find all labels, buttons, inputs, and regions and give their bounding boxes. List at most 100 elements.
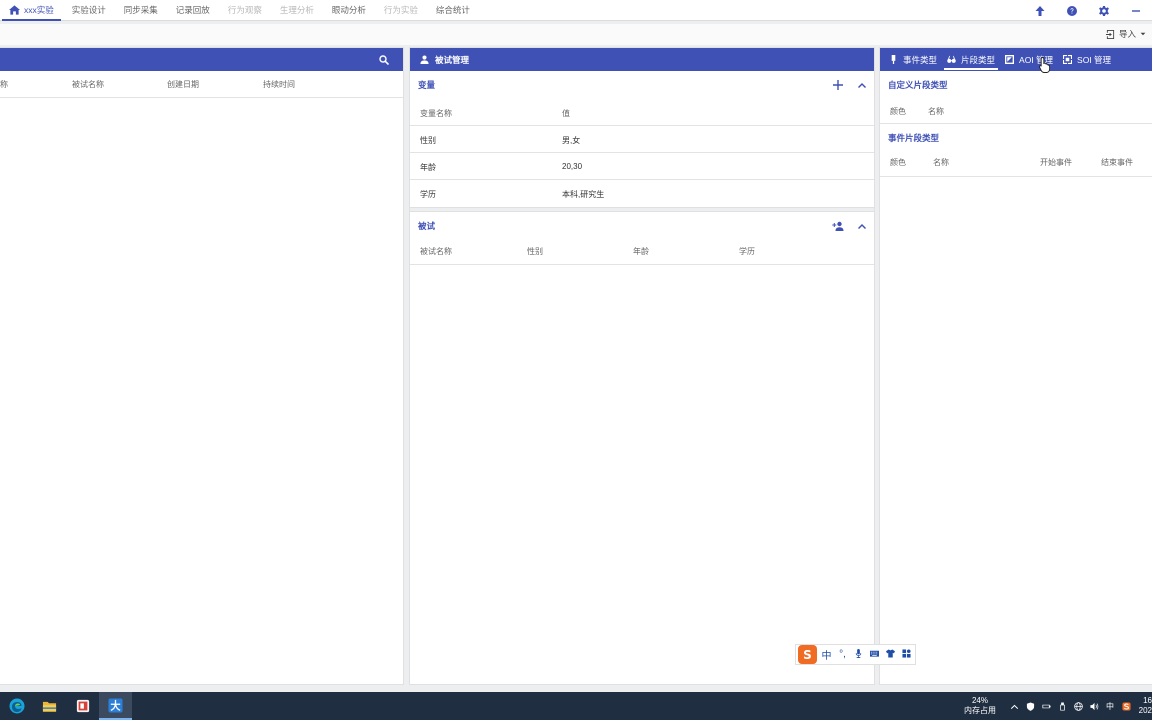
nav-item-label: 记录回放 [175,5,210,15]
tray-volume-button[interactable] [1086,692,1102,720]
table-row[interactable]: 性别 男,女 [410,126,874,153]
add-person-icon[interactable] [832,220,844,232]
taskbar-experiment-app[interactable] [99,692,132,720]
tray-expand-button[interactable] [1006,692,1022,720]
chevron-down-icon [1140,32,1146,36]
column-header[interactable]: 被试名称 [72,79,104,90]
ime-keyboard-button[interactable] [868,649,881,661]
nav-item-statistics[interactable]: 综合统计 [427,0,479,21]
tray-network-button[interactable] [1070,692,1086,720]
help-button[interactable] [1056,0,1088,21]
tray-security-button[interactable] [1022,692,1038,720]
taskbar-app-red[interactable] [66,692,99,720]
column-header: 结束事件 [1101,158,1133,167]
table-row[interactable]: 年龄 20,30 [410,153,874,180]
taskbar-edge[interactable] [0,692,33,720]
column-header[interactable]: 创建日期 [167,79,199,90]
custom-segments-table-header: 颜色 名称 [880,99,1152,124]
variable-value: 本科,研究生 [562,190,605,199]
settings-icon [1099,5,1109,16]
microphone-icon [855,648,862,658]
variables-table-header: 变量名称 值 [410,99,874,126]
subject-panel-header: 被试管理 [410,48,874,71]
nav-item-label: xxx实验 [24,5,54,15]
tab-label: SOI 管理 [1077,54,1112,65]
nav-item-playback[interactable]: 记录回放 [167,0,219,21]
ime-punctuation-toggle[interactable]: °, [836,649,849,660]
home-icon [9,5,20,15]
column-header: 名称 [933,158,949,167]
collapse-icon[interactable] [856,220,868,232]
tray-sogou-button[interactable] [1118,692,1134,720]
taskbar: 24% 内存占用 中 16 202 [0,692,1152,720]
battery-icon [1041,704,1051,708]
ime-toolbox-button[interactable] [900,648,913,661]
ime-voice-button[interactable] [852,648,865,661]
subjects-table-header: 被试名称 性别 年龄 学历 [410,240,874,265]
ime-language-toggle[interactable]: 中 [820,647,833,662]
column-header: 变量名称 [420,109,452,118]
glasses-icon [947,55,956,63]
ime-skin-button[interactable] [884,648,897,661]
variable-name: 学历 [420,190,436,199]
ime-toolbar: S 中 °, [795,644,916,665]
nav-item-physio-analysis[interactable]: 生理分析 [271,0,323,21]
tab-segment-types[interactable]: 片段类型 [942,48,1000,71]
tray-input-language[interactable]: 中 [1102,692,1118,720]
column-header[interactable]: 称 [0,79,8,90]
nav-item-behavior-observe[interactable]: 行为观察 [219,0,271,21]
system-clock[interactable]: 16 202 [1134,696,1152,716]
tab-soi-management[interactable]: SOI 管理 [1058,48,1116,71]
window-controls [1024,0,1152,21]
nav-item-label: 综合统计 [435,5,470,15]
taskbar-file-explorer[interactable] [33,692,66,720]
variable-value: 20,30 [562,162,583,171]
column-header[interactable]: 持续时间 [263,79,295,90]
collapse-icon[interactable] [856,79,868,91]
experiment-app-icon [108,697,123,713]
nav-item-design[interactable]: 实验设计 [63,0,115,21]
variables-section-header: 变量 [410,71,874,99]
toolbar: 导入 [0,24,1152,45]
minimize-button[interactable] [1120,0,1152,21]
memory-usage[interactable]: 24% 内存占用 [964,696,996,716]
search-icon[interactable] [379,54,389,65]
memory-percent: 24% [971,696,988,705]
type-management-panel: 事件类型 片段类型 AOI 管理 SOI 管理 自定义片段类型 颜色 名称 事件… [879,47,1152,685]
edge-icon [9,698,24,714]
add-variable-icon[interactable] [832,79,844,91]
subject-management-panel: 被试管理 变量 变量名称 值 性别 男,女 年龄 20,30 学历 本科,研究生… [409,47,875,685]
nav-item-eye-analysis[interactable]: 眼动分析 [323,0,375,21]
sogou-logo-icon[interactable]: S [798,645,817,664]
nav-item-label: 生理分析 [279,5,314,15]
import-button[interactable]: 导入 [1105,28,1146,40]
column-header: 颜色 [890,158,906,167]
upload-button[interactable] [1024,0,1056,21]
grid-icon [902,648,911,658]
column-header: 颜色 [890,107,906,116]
nav-item-sync-capture[interactable]: 同步采集 [115,0,167,21]
presentation-app-icon [76,699,89,713]
subjects-section-header: 被试 [410,212,874,240]
tab-event-types[interactable]: 事件类型 [884,48,942,71]
nav-item-experiment[interactable]: xxx实验 [0,0,63,21]
upload-icon [1035,5,1045,16]
tray-usb-button[interactable] [1054,692,1070,720]
column-header: 开始事件 [1040,158,1072,167]
recordings-panel-header [0,48,403,71]
nav-item-label: 眼动分析 [331,5,366,15]
globe-icon [1073,701,1083,711]
recordings-panel: 称 被试名称 创建日期 持续时间 [0,47,404,685]
speaker-icon [1089,702,1098,710]
settings-button[interactable] [1088,0,1120,21]
hand-cursor-icon [1039,57,1051,73]
event-segments-table-header: 颜色 名称 开始事件 结束事件 [880,152,1152,177]
tab-label: 片段类型 [961,54,996,65]
tray-battery-button[interactable] [1038,692,1054,720]
nav-item-behavior-experiment[interactable]: 行为实验 [375,0,427,21]
variable-value: 男,女 [562,136,581,145]
nav-item-label: 行为实验 [383,5,418,15]
column-header: 被试名称 [420,247,452,256]
table-row[interactable]: 学历 本科,研究生 [410,180,874,207]
import-icon [1105,29,1115,39]
